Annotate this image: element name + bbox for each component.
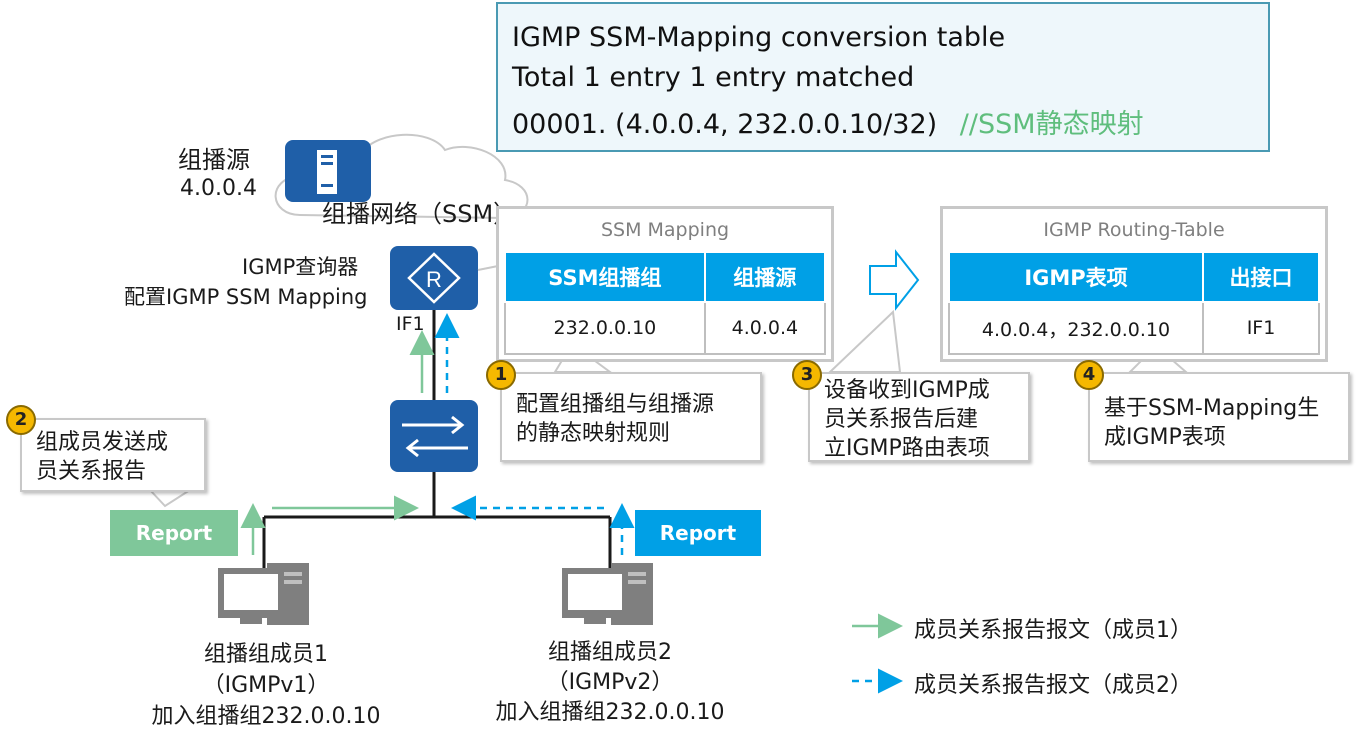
console-title: IGMP SSM-Mapping conversion table — [512, 22, 1006, 53]
ssm-mapping-console-output: IGMP SSM-Mapping conversion table Total … — [496, 2, 1270, 152]
console-comment: //SSM静态映射 — [959, 109, 1144, 140]
router-to-mapping-connector — [477, 265, 499, 271]
callout-2-line1: 组成员发送成 — [36, 430, 169, 455]
step-3-badge: 3 — [792, 360, 822, 390]
table-row: 4.0.0.4，232.0.0.10 IF1 — [948, 301, 1320, 355]
callout-3-line1: 设备收到IGMP成 — [824, 378, 990, 403]
callout-4-line2: 成IGMP表项 — [1104, 425, 1226, 450]
interface-label: IF1 — [396, 313, 425, 335]
member1-name: 组播组成员1 — [204, 642, 328, 667]
callout-3-line2: 员关系报告后建 — [824, 407, 979, 432]
source-label: 组播源 — [178, 146, 250, 174]
ssm-mapping-title: SSM Mapping — [600, 219, 730, 241]
member2-name: 组播组成员2 — [548, 640, 672, 665]
legend-solid-label: 成员关系报告报文（成员1） — [914, 618, 1192, 643]
table-cell: 4.0.0.4 — [703, 301, 827, 355]
step-1-badge: 1 — [486, 360, 516, 390]
callout-1-line2: 的静态映射规则 — [516, 421, 671, 446]
router-icon: R — [390, 246, 478, 310]
callout-2: 组成员发送成 员关系报告 — [20, 418, 206, 492]
member1-pc-icon — [218, 563, 309, 625]
callout-1-line1: 配置组播组与组播源 — [516, 392, 715, 417]
callout-3: 设备收到IGMP成 员关系报告后建 立IGMP路由表项 — [808, 372, 1030, 462]
callout-3-line3: 立IGMP路由表项 — [824, 436, 990, 461]
querier-config-label: 配置IGMP SSM Mapping — [124, 285, 368, 309]
igmp-routing-table: IGMP表项 出接口 4.0.0.4，232.0.0.10 IF1 — [948, 251, 1320, 355]
console-entry-line: 00001. (4.0.0.4, 232.0.0.10/32) //SSM静态映… — [512, 102, 1144, 141]
table-header-cell: IGMP表项 — [948, 251, 1204, 303]
step-2-badge: 2 — [6, 405, 36, 435]
multicast-source-server-icon — [285, 140, 371, 202]
svg-text:R: R — [426, 267, 442, 292]
routing-table-title: IGMP Routing-Table — [1043, 219, 1225, 241]
member2-pc-icon — [562, 563, 653, 625]
table-header-row: SSM组播组 组播源 — [504, 251, 827, 303]
step-4-badge: 4 — [1074, 360, 1104, 390]
callout-4: 基于SSM-Mapping生 成IGMP表项 — [1088, 372, 1350, 462]
member1-report-tag: Report — [110, 510, 238, 556]
console-total-line: Total 1 entry 1 entry matched — [512, 62, 915, 93]
callout-4-line1: 基于SSM-Mapping生 — [1104, 396, 1320, 421]
table-header-row: IGMP表项 出接口 — [948, 251, 1320, 303]
member1-version: （IGMPv1） — [202, 673, 330, 698]
table-header-cell: SSM组播组 — [504, 251, 706, 303]
source-ip: 4.0.0.4 — [180, 176, 257, 201]
switch-icon — [390, 400, 478, 472]
table-header-cell: 组播源 — [703, 251, 827, 303]
table-header-cell: 出接口 — [1202, 251, 1320, 303]
cloud-label: 组播网络（SSM） — [322, 200, 518, 228]
legend-dashed-label: 成员关系报告报文（成员2） — [914, 673, 1192, 698]
ssm-mapping-card: SSM Mapping SSM组播组 组播源 232.0.0.10 4.0.0.… — [496, 206, 834, 362]
table-row: 232.0.0.10 4.0.0.4 — [504, 301, 827, 355]
table-cell: 4.0.0.4，232.0.0.10 — [948, 301, 1204, 355]
igmp-routing-table-card: IGMP Routing-Table IGMP表项 出接口 4.0.0.4，23… — [940, 206, 1328, 362]
member2-version: （IGMPv2） — [546, 670, 674, 695]
callout-2-line2: 员关系报告 — [36, 459, 147, 484]
flow-arrow-icon — [869, 249, 920, 311]
member1-join: 加入组播组232.0.0.10 — [151, 704, 381, 729]
table-cell: IF1 — [1202, 301, 1320, 355]
console-entry: 00001. (4.0.0.4, 232.0.0.10/32) — [512, 109, 938, 140]
table-cell: 232.0.0.10 — [504, 301, 706, 355]
callout-1: 配置组播组与组播源 的静态映射规则 — [500, 372, 762, 462]
member2-report-tag: Report — [635, 510, 761, 556]
member2-join: 加入组播组232.0.0.10 — [495, 700, 725, 725]
ssm-mapping-table: SSM组播组 组播源 232.0.0.10 4.0.0.4 — [504, 251, 827, 355]
legend-lines — [852, 613, 903, 694]
querier-label: IGMP查询器 — [242, 255, 359, 279]
